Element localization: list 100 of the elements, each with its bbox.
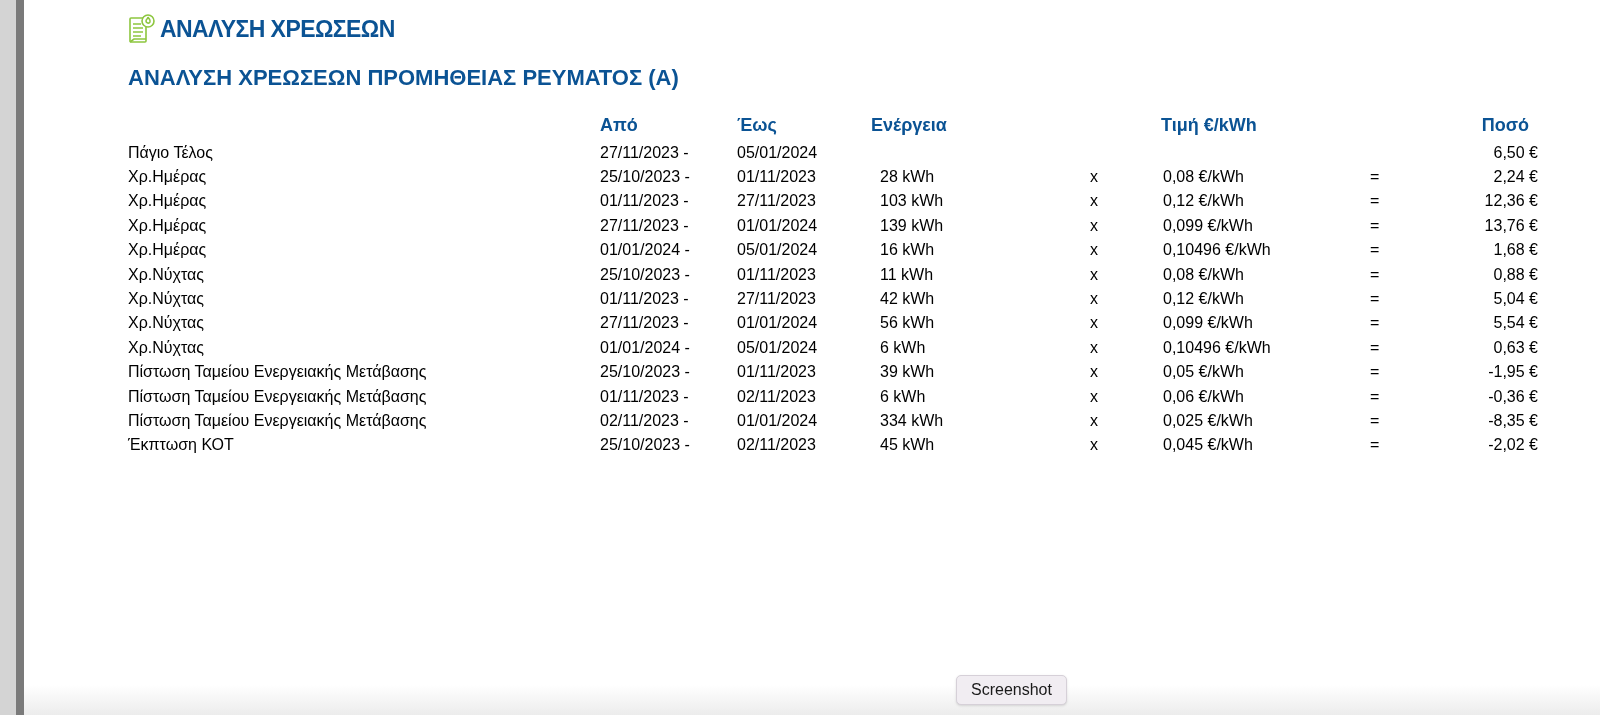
- table-cell: 6,50 €: [1493, 143, 1538, 161]
- table-cell: 1,68 €: [1493, 241, 1538, 259]
- table-cell: Χρ.Ημέρας: [128, 168, 207, 186]
- table-cell: 01/11/2023 -: [600, 387, 689, 405]
- table-cell: 01/11/2023: [737, 363, 816, 381]
- table-cell: Χρ.Νύχτας: [128, 290, 204, 308]
- table-cell: 01/11/2023: [737, 265, 816, 283]
- table-cell: Έκπτωση ΚΟΤ: [128, 436, 234, 454]
- table-cell: -1,95 €: [1488, 363, 1538, 381]
- table-cell: 5,04 €: [1493, 290, 1538, 308]
- table-cell: 16 kWh: [880, 241, 935, 259]
- table-cell: 01/01/2024 -: [600, 338, 690, 356]
- table-cell: 05/01/2024: [737, 143, 818, 161]
- table-cell: 0,12 €/kWh: [1163, 192, 1244, 210]
- column-header: Ενέργεια: [871, 114, 947, 135]
- table-cell: Χρ.Ημέρας: [128, 192, 207, 210]
- table-cell: 25/10/2023 -: [600, 436, 690, 454]
- table-cell: Χρ.Νύχτας: [128, 314, 204, 332]
- table-cell: 0,63 €: [1493, 338, 1538, 356]
- table-cell: 45 kWh: [880, 436, 935, 454]
- table-cell: x: [1090, 412, 1098, 429]
- table-cell: =: [1370, 387, 1380, 405]
- table-cell: 25/10/2023 -: [600, 363, 690, 381]
- table-cell: 02/11/2023: [737, 387, 816, 405]
- table-cell: 6 kWh: [880, 387, 926, 405]
- table-cell: Χρ.Ημέρας: [128, 241, 207, 259]
- table-cell: =: [1370, 192, 1380, 210]
- table-cell: =: [1370, 241, 1380, 259]
- table-cell: x: [1090, 241, 1098, 259]
- table-cell: =: [1370, 265, 1380, 283]
- section-title: ΑΝΑΛΥΣΗ ΧΡΕΩΣΕΩΝ ΠΡΟΜΗΘΕΙΑΣ ΡΕΥΜΑΤΟΣ (Α): [128, 63, 680, 92]
- table-cell: x: [1090, 363, 1098, 381]
- column-header: Έως: [737, 114, 777, 135]
- table-cell: 6 kWh: [880, 338, 926, 356]
- table-cell: 12,36 €: [1484, 192, 1538, 210]
- table-cell: 0,12 €/kWh: [1163, 290, 1244, 308]
- column-header: Ποσό: [1481, 114, 1529, 135]
- table-cell: Πίστωση Ταμείου Ενεργειακής Μετάβασης: [128, 412, 427, 429]
- table-cell: 05/01/2024: [737, 338, 818, 356]
- table-cell: 139 kWh: [880, 216, 944, 234]
- table-cell: 0,045 €/kWh: [1163, 436, 1253, 454]
- table-cell: 28 kWh: [880, 168, 935, 186]
- table-cell: =: [1370, 412, 1380, 429]
- column-header: Από: [600, 114, 638, 135]
- table-cell: 42 kWh: [880, 290, 935, 308]
- table-cell: 0,10496 €/kWh: [1163, 338, 1271, 356]
- table-cell: Πάγιο Τέλος: [128, 143, 213, 161]
- table-cell: 0,05 €/kWh: [1163, 363, 1244, 381]
- table-cell: =: [1370, 436, 1380, 454]
- table-cell: x: [1090, 216, 1098, 234]
- table-cell: 0,06 €/kWh: [1163, 387, 1244, 405]
- table-cell: Χρ.Ημέρας: [128, 216, 207, 234]
- table-cell: 0,10496 €/kWh: [1163, 241, 1271, 259]
- table-cell: 01/01/2024: [737, 216, 818, 234]
- table-cell: -8,35 €: [1488, 412, 1538, 429]
- table-cell: 0,099 €/kWh: [1163, 314, 1253, 332]
- table-cell: 0,88 €: [1493, 265, 1538, 283]
- table-cell: 01/11/2023 -: [600, 192, 689, 210]
- table-cell: x: [1090, 338, 1098, 356]
- table-cell: x: [1090, 265, 1098, 283]
- table-cell: 01/01/2024 -: [600, 241, 690, 259]
- table-cell: x: [1090, 436, 1098, 454]
- table-cell: 334 kWh: [880, 412, 944, 429]
- table-cell: 02/11/2023 -: [600, 412, 689, 429]
- table-cell: =: [1370, 216, 1380, 234]
- table-cell: 0,08 €/kWh: [1163, 168, 1244, 186]
- table-cell: 56 kWh: [880, 314, 935, 332]
- table-cell: 13,76 €: [1484, 216, 1538, 234]
- table-cell: =: [1370, 290, 1380, 308]
- table-cell: x: [1090, 290, 1098, 308]
- table-cell: 01/11/2023 -: [600, 290, 689, 308]
- table-cell: 27/11/2023 -: [600, 314, 689, 332]
- document-icon: [128, 13, 156, 46]
- table-cell: 01/01/2024: [737, 314, 818, 332]
- table-cell: 0,025 €/kWh: [1163, 412, 1253, 429]
- table-cell: 27/11/2023 -: [600, 216, 689, 234]
- table-cell: 01/01/2024: [737, 412, 818, 429]
- table-cell: Χρ.Νύχτας: [128, 338, 204, 356]
- table-cell: -2,02 €: [1488, 436, 1538, 454]
- table-cell: 2,24 €: [1493, 168, 1538, 186]
- table-cell: =: [1370, 363, 1380, 381]
- table-cell: 02/11/2023: [737, 436, 816, 454]
- table-cell: 11 kWh: [880, 265, 934, 283]
- table-cell: 25/10/2023 -: [600, 265, 690, 283]
- table-cell: =: [1370, 338, 1380, 356]
- table-cell: x: [1090, 192, 1098, 210]
- page-heading: ΑΝΑΛΥΣΗ ΧΡΕΩΣΕΩΝ: [160, 15, 395, 44]
- table-cell: =: [1370, 168, 1380, 186]
- table-cell: 05/01/2024: [737, 241, 818, 259]
- table-cell: 27/11/2023: [737, 290, 816, 308]
- column-header: Τιμή €/kWh: [1161, 114, 1257, 135]
- table-cell: 0,099 €/kWh: [1163, 216, 1253, 234]
- table-cell: 27/11/2023 -: [600, 143, 689, 161]
- table-cell: x: [1090, 387, 1098, 405]
- table-cell: 0,08 €/kWh: [1163, 265, 1244, 283]
- table-cell: 5,54 €: [1493, 314, 1538, 332]
- table-cell: Πίστωση Ταμείου Ενεργειακής Μετάβασης: [128, 363, 427, 381]
- table-cell: 25/10/2023 -: [600, 168, 690, 186]
- table-cell: 01/11/2023: [737, 168, 816, 186]
- table-cell: -0,36 €: [1488, 387, 1538, 405]
